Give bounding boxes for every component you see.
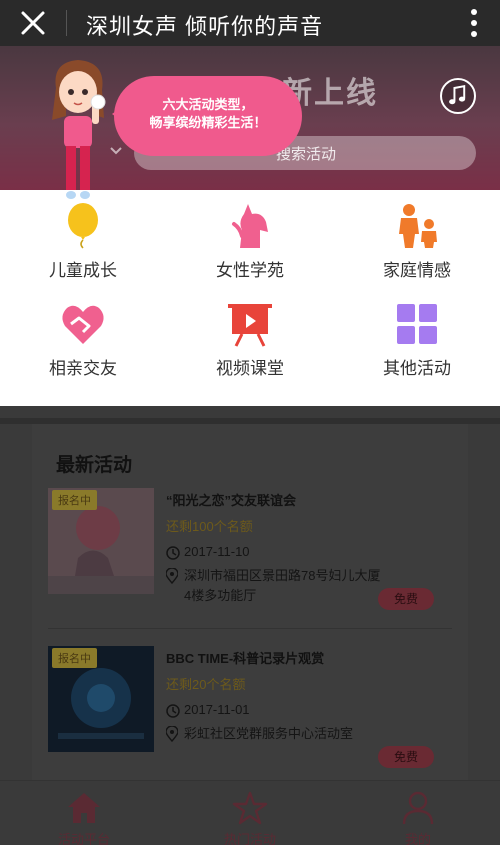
category-label: 儿童成长: [49, 261, 117, 280]
home-icon: [68, 793, 100, 823]
balloon-icon: [68, 203, 98, 249]
category-women[interactable]: 女性学苑: [175, 190, 325, 290]
status-badge: 报名中: [52, 648, 97, 668]
category-other[interactable]: 其他活动: [342, 288, 492, 388]
tab-activity-platform[interactable]: 活动平台: [24, 787, 144, 845]
activity-name: BBC TIME-科普记录片观赏: [166, 651, 325, 666]
tab-mine[interactable]: 我的: [358, 787, 478, 845]
title-bar: 深圳女声 倾听你的声音: [0, 0, 500, 46]
activity-date: 2017-11-10: [184, 544, 250, 559]
section-title: 最新活动: [56, 455, 133, 476]
card-divider: [48, 628, 452, 629]
price-tag: 免费: [378, 746, 434, 768]
category-video[interactable]: 视频课堂: [175, 288, 325, 388]
activity-quota: 还剩100个名额: [166, 519, 253, 534]
activity-card[interactable]: 报名中 BBC TIME-科普记录片观赏 还剩20个名额 2017-11-01 …: [48, 646, 452, 786]
close-icon[interactable]: [18, 8, 48, 38]
bubble-line-2: 畅享缤纷精彩生活！: [149, 115, 267, 130]
tab-label: 活动平台: [57, 832, 110, 845]
tab-label: 我的: [404, 832, 431, 845]
activity-address: 彩虹社区党群服务中心活动室: [184, 726, 354, 741]
mascot-girl-illustration: [52, 60, 106, 199]
video-board-icon: [228, 304, 272, 347]
tab-hot-activities[interactable]: 热门活动: [190, 787, 310, 845]
music-toggle[interactable]: [440, 78, 476, 114]
activity-thumbnail: 报名中: [48, 488, 154, 594]
status-badge: 报名中: [52, 490, 97, 510]
activity-thumbnail: 报名中: [48, 646, 154, 752]
clock-icon: [166, 704, 180, 718]
title-divider: [66, 10, 67, 36]
bubble-line-1: 六大活动类型，: [162, 97, 254, 112]
star-icon: [232, 791, 268, 825]
category-label: 家庭情感: [383, 261, 451, 280]
category-dating[interactable]: 相亲交友: [8, 288, 158, 388]
handshake-heart-icon: [62, 305, 104, 344]
tab-label: 热门活动: [223, 832, 276, 845]
music-note-icon: [449, 85, 466, 105]
page-title: 深圳女声 倾听你的声音: [86, 14, 324, 39]
category-label: 视频课堂: [216, 359, 284, 378]
category-label: 其他活动: [383, 359, 451, 378]
speech-bubble: 六大活动类型， 畅享缤纷精彩生活！: [114, 76, 302, 156]
location-pin-icon: [166, 726, 178, 742]
more-vertical-icon[interactable]: [470, 8, 478, 38]
activity-card[interactable]: 报名中 “阳光之恋”交友联谊会 还剩100个名额 2017-11-10 深圳市福…: [48, 488, 452, 629]
category-label: 女性学苑: [216, 261, 284, 280]
price-tag: 免费: [378, 588, 434, 610]
unicorn-icon: [232, 204, 268, 248]
activity-quota: 还剩20个名额: [166, 677, 246, 692]
bottom-tab-bar: 活动平台 热门活动 我的: [0, 780, 500, 845]
activity-date: 2017-11-01: [184, 702, 250, 717]
activity-address: 深圳市福田区景田路78号妇儿大厦4楼多功能厅: [184, 568, 381, 603]
user-icon: [402, 791, 434, 825]
family-icon: [399, 204, 437, 248]
category-grid: 儿童成长 女性学苑 家庭情感 相亲交友 视频课堂 其他活动: [0, 190, 500, 406]
category-label: 相亲交友: [49, 359, 117, 378]
location-pin-icon: [166, 568, 178, 584]
activity-name: “阳光之恋”交友联谊会: [166, 493, 297, 508]
grid-icon: [397, 304, 437, 344]
clock-icon: [166, 546, 180, 560]
category-family[interactable]: 家庭情感: [342, 190, 492, 290]
